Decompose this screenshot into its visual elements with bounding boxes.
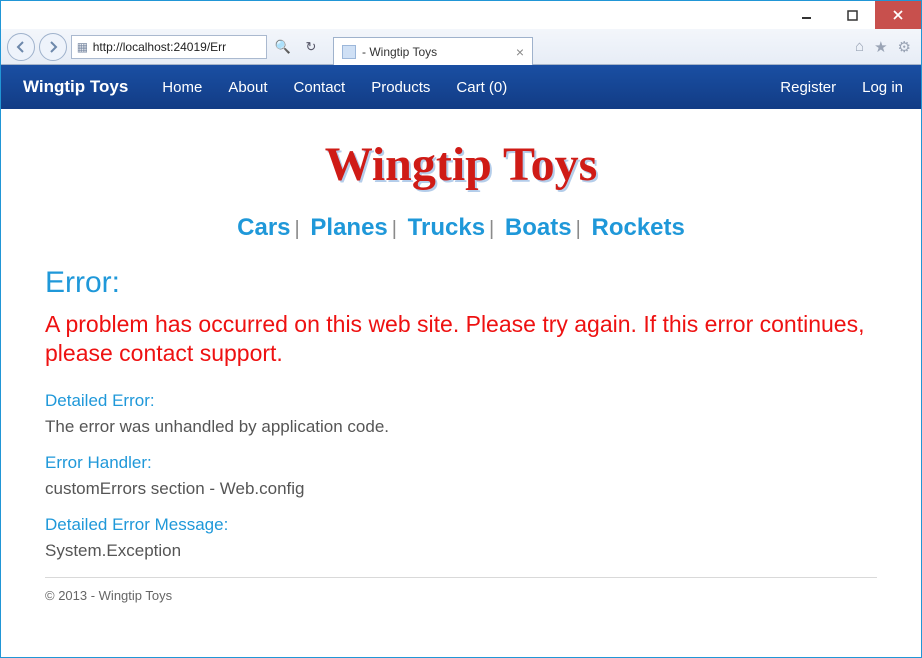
nav-products[interactable]: Products (371, 79, 430, 96)
tab-close-icon[interactable]: × (516, 44, 524, 60)
nav-login[interactable]: Log in (862, 79, 903, 96)
browser-toolbar: ▦ 🔍 ↻ - Wingtip Toys × ⌂ ★ ⚙ (1, 29, 921, 65)
nav-contact[interactable]: Contact (294, 79, 346, 96)
url-input[interactable] (93, 40, 262, 54)
page-body: Wingtip Toys Cars| Planes| Trucks| Boats… (41, 109, 881, 627)
cat-trucks[interactable]: Trucks (408, 214, 485, 241)
category-links: Cars| Planes| Trucks| Boats| Rockets (41, 214, 881, 242)
titlebar (1, 1, 921, 29)
error-handler-value: customErrors section - Web.config (45, 479, 877, 499)
favicon (342, 45, 356, 59)
detailed-error-value: The error was unhandled by application c… (45, 417, 877, 437)
tab-strip: - Wingtip Toys × (327, 29, 851, 64)
close-button[interactable] (875, 1, 921, 29)
cat-planes[interactable]: Planes (310, 214, 387, 241)
address-bar[interactable]: ▦ (71, 35, 267, 59)
detailed-msg-value: System.Exception (45, 541, 877, 561)
nav-auth: Register Log in (780, 79, 903, 96)
sep: | (485, 218, 498, 240)
browser-tab[interactable]: - Wingtip Toys × (333, 37, 533, 65)
browser-window: ▦ 🔍 ↻ - Wingtip Toys × ⌂ ★ ⚙ Wingtip Toy… (0, 0, 922, 658)
footer: © 2013 - Wingtip Toys (41, 588, 881, 617)
logo: Wingtip Toys (41, 137, 881, 192)
sep: | (572, 218, 585, 240)
error-handler-label: Error Handler: (45, 453, 877, 473)
error-heading: Error: (41, 266, 881, 300)
sep: | (388, 218, 401, 240)
brand[interactable]: Wingtip Toys (23, 77, 128, 97)
sep: | (291, 218, 304, 240)
nav-register[interactable]: Register (780, 79, 836, 96)
detailed-msg-label: Detailed Error Message: (45, 515, 877, 535)
viewport: Wingtip Toys Home About Contact Products… (1, 65, 921, 657)
nav-home[interactable]: Home (162, 79, 202, 96)
nav-about[interactable]: About (228, 79, 267, 96)
refresh-button[interactable]: ↻ (299, 35, 323, 59)
page-icon: ▦ (76, 40, 89, 54)
divider (45, 577, 877, 578)
maximize-button[interactable] (829, 1, 875, 29)
forward-button[interactable] (39, 33, 67, 61)
minimize-button[interactable] (783, 1, 829, 29)
tab-title: - Wingtip Toys (362, 45, 437, 59)
back-button[interactable] (7, 33, 35, 61)
site-navbar: Wingtip Toys Home About Contact Products… (1, 65, 921, 109)
tools-icon[interactable]: ⚙ (898, 38, 911, 56)
cat-rockets[interactable]: Rockets (591, 214, 684, 241)
nav-links: Home About Contact Products Cart (0) (162, 79, 507, 96)
cat-cars[interactable]: Cars (237, 214, 290, 241)
search-dropdown-icon[interactable]: 🔍 (271, 35, 295, 59)
nav-cart[interactable]: Cart (0) (456, 79, 507, 96)
favorites-icon[interactable]: ★ (874, 38, 887, 56)
detailed-error-label: Detailed Error: (45, 391, 877, 411)
command-icons: ⌂ ★ ⚙ (855, 38, 915, 56)
cat-boats[interactable]: Boats (505, 214, 572, 241)
error-message: A problem has occurred on this web site.… (41, 310, 881, 369)
home-icon[interactable]: ⌂ (855, 38, 864, 56)
